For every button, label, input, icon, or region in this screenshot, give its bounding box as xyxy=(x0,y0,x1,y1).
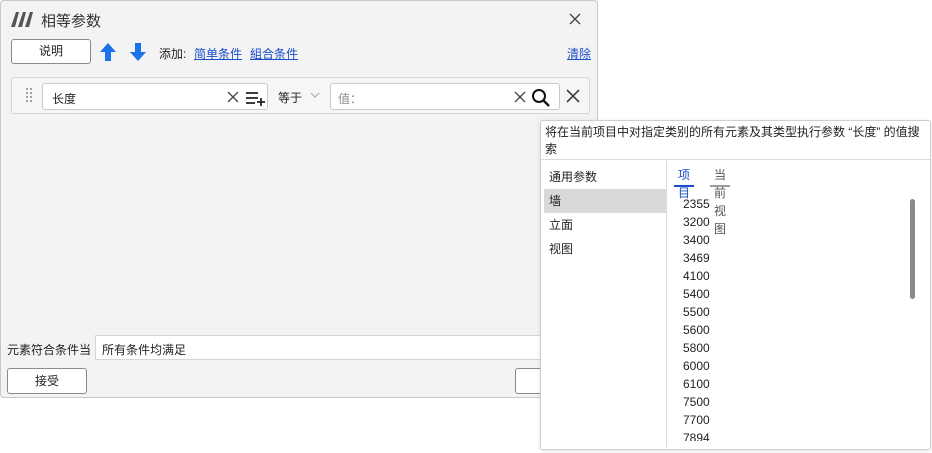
clear-link[interactable]: 清除 xyxy=(567,45,591,62)
parameter-value: 长度 xyxy=(52,92,77,106)
operator-select[interactable]: 等于 xyxy=(278,89,302,106)
list-item[interactable]: 5500 xyxy=(683,303,903,321)
list-item[interactable]: 5400 xyxy=(683,285,903,303)
add-label: 添加: xyxy=(159,47,187,61)
value-placeholder: 值： xyxy=(338,92,363,106)
match-value: 所有条件均满足 xyxy=(102,343,187,357)
accept-button[interactable]: 接受 xyxy=(7,368,87,394)
list-item[interactable]: 7894 xyxy=(683,429,903,441)
list-item[interactable]: 3400 xyxy=(683,231,903,249)
equal-parameters-dialog: 相等参数 说明 添加: 简单条件 組合条件 清除 长度 等于 值： 元素符合条件… xyxy=(0,0,598,398)
list-item[interactable]: 5600 xyxy=(683,321,903,339)
drag-handle-icon[interactable] xyxy=(25,87,33,105)
move-down-icon[interactable] xyxy=(129,42,147,62)
list-item[interactable]: 3200 xyxy=(683,213,903,231)
parameter-field[interactable]: 长度 xyxy=(42,83,268,110)
value-search-popup: 将在当前项目中对指定类别的所有元素及其类型执行参数 “长度” 的值搜索 通用参数… xyxy=(540,120,931,450)
list-item[interactable]: 5800 xyxy=(683,339,903,357)
category-list: 通用参数 墙 立面 视图 xyxy=(544,165,666,261)
match-select[interactable]: 所有条件均满足 xyxy=(95,335,555,360)
list-item[interactable]: 7500 xyxy=(683,393,903,411)
category-item[interactable]: 视图 xyxy=(544,237,666,261)
condition-row: 长度 等于 值： xyxy=(11,77,590,114)
list-item[interactable]: 2355 xyxy=(683,195,903,213)
help-button[interactable]: 说明 xyxy=(11,39,91,64)
add-to-list-icon[interactable] xyxy=(245,90,267,106)
tab-project[interactable]: 项目 xyxy=(674,166,695,200)
clear-parameter-icon[interactable] xyxy=(227,91,239,103)
list-item[interactable]: 4100 xyxy=(683,267,903,285)
move-up-icon[interactable] xyxy=(99,42,117,62)
list-item[interactable]: 7700 xyxy=(683,411,903,429)
list-item[interactable]: 3469 xyxy=(683,249,903,267)
clear-value-icon[interactable] xyxy=(514,91,526,103)
value-input[interactable]: 值： xyxy=(330,83,560,110)
match-label: 元素符合条件当 xyxy=(7,343,92,357)
scrollbar[interactable] xyxy=(910,199,915,299)
category-item[interactable]: 立面 xyxy=(544,213,666,237)
popup-description: 将在当前项目中对指定类别的所有元素及其类型执行参数 “长度” 的值搜索 xyxy=(545,125,920,156)
list-item[interactable]: 6000 xyxy=(683,357,903,375)
category-item-selected[interactable]: 墙 xyxy=(544,189,666,213)
list-item[interactable]: 6100 xyxy=(683,375,903,393)
simple-condition-link[interactable]: 简单条件 xyxy=(194,45,242,62)
dialog-title: 相等参数 xyxy=(41,13,102,30)
divider xyxy=(541,159,930,160)
title-bar: 相等参数 xyxy=(1,1,599,37)
app-logo-icon xyxy=(11,12,33,27)
search-icon[interactable] xyxy=(531,88,551,108)
remove-condition-icon[interactable] xyxy=(565,88,581,104)
category-item[interactable]: 通用参数 xyxy=(544,165,666,189)
tab-current-view[interactable]: 当前视图 xyxy=(710,166,731,236)
divider xyxy=(666,161,667,447)
combined-condition-link[interactable]: 組合条件 xyxy=(250,45,298,62)
close-icon[interactable] xyxy=(567,11,583,27)
value-list: 2355 3200 3400 3469 4100 5400 5500 5600 … xyxy=(683,195,903,441)
chevron-down-icon[interactable] xyxy=(310,92,320,98)
